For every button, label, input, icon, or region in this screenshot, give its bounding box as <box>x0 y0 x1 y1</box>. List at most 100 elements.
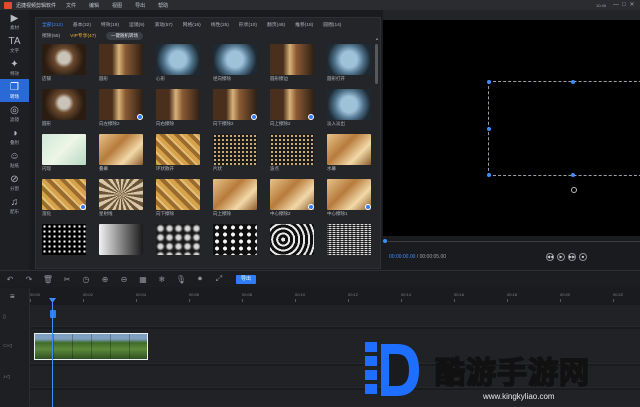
progress-knob[interactable] <box>383 239 387 243</box>
tab-3[interactable]: 运镜(9) <box>129 20 144 31</box>
fit-icon[interactable]: ⤢ <box>213 274 225 284</box>
stop-button[interactable]: ■ <box>579 253 588 261</box>
playhead[interactable] <box>52 301 53 407</box>
minimize-icon[interactable]: — <box>612 0 620 10</box>
tab-4[interactable]: 滚动(57) <box>155 20 173 31</box>
transition-item[interactable]: 闪现 <box>42 134 86 172</box>
download-badge-icon[interactable] <box>251 114 257 120</box>
scroll-up-icon[interactable]: ▲ <box>375 36 379 41</box>
tab-12[interactable]: VIP专享(47) <box>70 31 96 42</box>
sidebar-item-7[interactable]: ⊘ 分割 <box>0 171 29 194</box>
rotate-handle-icon[interactable] <box>571 187 577 193</box>
menu-export[interactable]: 导出 <box>135 2 145 9</box>
video-track-icon[interactable]: ▭◁ <box>3 343 12 349</box>
play-button[interactable]: ▶ <box>557 253 566 261</box>
download-badge-icon[interactable] <box>308 204 314 210</box>
transition-item[interactable]: 淡入淡出 <box>327 89 371 127</box>
transition-item[interactable]: 星射线 <box>99 179 143 217</box>
menu-file[interactable]: 文件 <box>66 2 76 9</box>
transition-item[interactable]: 向左擦除2 <box>99 89 143 127</box>
next-frame-button[interactable]: ▶▶ <box>568 253 577 261</box>
tab-5[interactable]: 网格(16) <box>183 20 201 31</box>
freeze-icon[interactable]: ❄ <box>156 275 168 284</box>
sidebar-item-4[interactable]: ◎ 滤镜 <box>0 102 29 125</box>
record-icon[interactable]: ⏺ <box>194 274 206 284</box>
transition-item[interactable]: 波点 <box>270 134 314 172</box>
transition-item[interactable]: 向下擦除 <box>156 179 200 217</box>
resize-handle[interactable] <box>487 173 491 177</box>
tab-0[interactable]: 全部(212) <box>42 20 63 31</box>
maximize-icon[interactable]: □ <box>620 0 628 10</box>
random-transition-button[interactable]: 一键随机转场 <box>105 32 143 40</box>
mosaic-icon[interactable]: ▦ <box>137 275 149 284</box>
transition-item[interactable]: 片状 <box>213 134 257 172</box>
export-button[interactable]: 导出 <box>236 274 257 284</box>
transition-item[interactable] <box>99 224 143 262</box>
tab-8[interactable]: 翻页(48) <box>267 20 285 31</box>
transition-item[interactable] <box>270 224 314 262</box>
transition-item[interactable]: 溶化 <box>42 179 86 217</box>
tab-1[interactable]: 基本(32) <box>73 20 91 31</box>
tab-10[interactable]: 圆圈(14) <box>323 20 341 31</box>
transition-item[interactable]: 环状散开 <box>156 134 200 172</box>
transition-item[interactable]: 心形 <box>156 44 200 82</box>
sidebar-item-2[interactable]: ✦ 特效 <box>0 56 29 79</box>
menu-view[interactable]: 视图 <box>112 2 122 9</box>
track-menu-icon[interactable]: ≡ <box>10 292 15 301</box>
tab-7[interactable]: 形状(10) <box>239 20 257 31</box>
crop-icon[interactable]: ✂ <box>61 275 73 284</box>
timeline-ruler[interactable]: 00:00 00:02 00:04 00:06 00:08 00:10 00:12 00:14… <box>30 292 640 302</box>
transition-item[interactable]: 向右擦除 <box>156 89 200 127</box>
resize-handle[interactable] <box>487 127 491 131</box>
track-lock-icon[interactable]: ▯ <box>3 314 6 320</box>
previous-frame-button[interactable]: ◀◀ <box>546 253 555 261</box>
transition-item[interactable] <box>42 224 86 262</box>
resize-handle[interactable] <box>571 173 575 177</box>
sidebar-item-1[interactable]: TA 文字 <box>0 33 29 56</box>
transition-item[interactable]: 向上擦除2 <box>270 89 314 127</box>
sidebar-item-5[interactable]: ◑ 叠附 <box>0 125 29 148</box>
transition-marker[interactable] <box>50 310 56 318</box>
voice-icon[interactable]: 🎙 <box>175 275 187 284</box>
tab-11[interactable]: 擦除(55) <box>42 31 60 42</box>
transition-item[interactable]: 中心擦除1 <box>327 179 371 217</box>
menu-help[interactable]: 帮助 <box>158 2 168 9</box>
close-icon[interactable]: ✕ <box>628 0 636 10</box>
redo-icon[interactable]: ↷ <box>23 275 35 284</box>
undo-icon[interactable]: ↶ <box>4 275 16 284</box>
sidebar-item-8[interactable]: ♫ 配乐 <box>0 194 29 217</box>
delete-icon[interactable]: 🗑 <box>42 275 54 284</box>
sidebar-item-0[interactable]: ▶ 素材 <box>0 10 29 33</box>
audio-track-icon[interactable]: ♪◁ <box>3 374 9 380</box>
download-badge-icon[interactable] <box>365 204 371 210</box>
transition-item[interactable]: 圆形 <box>42 89 86 127</box>
preview-canvas[interactable] <box>383 20 640 236</box>
resize-handle[interactable] <box>487 80 491 84</box>
transition-item[interactable]: 向下擦除2 <box>213 89 257 127</box>
transition-item[interactable]: 店铺 <box>42 44 86 82</box>
transition-item[interactable]: 叠幕 <box>99 134 143 172</box>
panel-scrollbar[interactable] <box>375 44 378 84</box>
tab-9[interactable]: 推移(18) <box>295 20 313 31</box>
transition-item[interactable] <box>156 224 200 262</box>
resize-handle[interactable] <box>571 80 575 84</box>
transition-item[interactable]: 圆形打开 <box>327 44 371 82</box>
effect-track[interactable] <box>30 305 640 327</box>
download-badge-icon[interactable] <box>80 204 86 210</box>
download-badge-icon[interactable] <box>137 114 143 120</box>
transition-item[interactable]: 圆形 <box>99 44 143 82</box>
transition-item[interactable] <box>327 224 371 262</box>
download-badge-icon[interactable] <box>308 114 314 120</box>
selection-box[interactable] <box>487 80 640 177</box>
transition-item[interactable]: 径向擦除 <box>213 44 257 82</box>
transition-item[interactable]: 中心擦除2 <box>270 179 314 217</box>
preview-progress-bar[interactable] <box>383 239 640 243</box>
menu-edit[interactable]: 编辑 <box>89 2 99 9</box>
zoom-out-icon[interactable]: ⊖ <box>118 275 130 284</box>
transition-item[interactable]: 圆形擦边 <box>270 44 314 82</box>
zoom-in-icon[interactable]: ⊕ <box>99 275 111 284</box>
transition-item[interactable]: 向上擦除 <box>213 179 257 217</box>
transition-item[interactable]: 水幕 <box>327 134 371 172</box>
sidebar-item-3[interactable]: ❐ 转场 <box>0 79 29 102</box>
tab-2[interactable]: 特效(19) <box>101 20 119 31</box>
